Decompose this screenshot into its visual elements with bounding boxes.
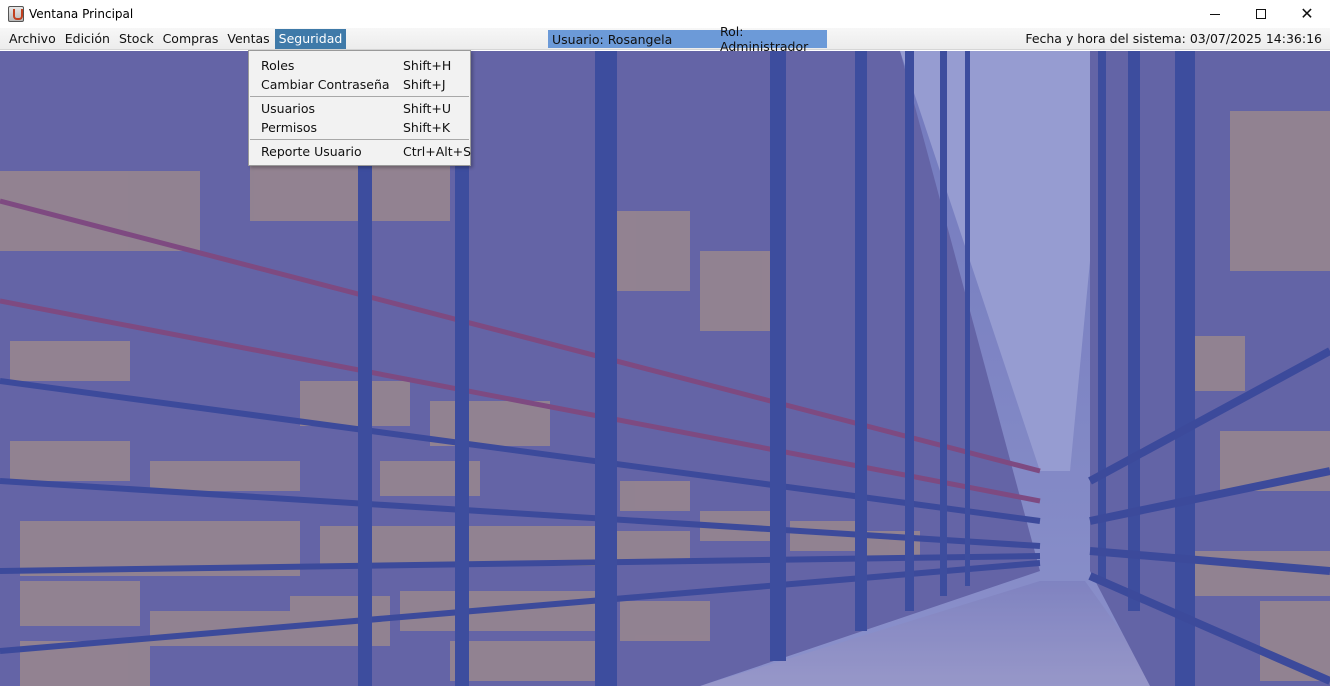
maximize-button[interactable]: [1238, 0, 1284, 28]
close-icon: ✕: [1300, 4, 1314, 23]
app-java-icon: [8, 6, 24, 22]
menu-item-usuarios[interactable]: Usuarios Shift+U: [249, 99, 470, 118]
menu-compras[interactable]: Compras: [159, 29, 223, 49]
menu-item-label: Roles: [261, 58, 295, 73]
warehouse-background: [0, 51, 1330, 686]
menu-item-shortcut: Shift+K: [403, 120, 451, 135]
menu-edicion[interactable]: Edición: [61, 29, 114, 49]
title-bar: Ventana Principal ✕: [0, 0, 1330, 28]
maximize-icon: [1256, 9, 1266, 19]
role-label: Rol: Administrador: [720, 24, 809, 54]
user-label: Usuario: Rosangela: [552, 31, 673, 47]
window-controls: ✕: [1192, 0, 1330, 28]
seguridad-dropdown-menu: Roles Shift+H Cambiar Contraseña Shift+J…: [248, 50, 471, 166]
menu-item-permisos[interactable]: Permisos Shift+K: [249, 118, 470, 137]
menu-separator: [250, 96, 469, 97]
close-button[interactable]: ✕: [1284, 0, 1330, 28]
user-info-bar: Usuario: Rosangela Rol: Administrador: [548, 24, 827, 54]
menu-archivo[interactable]: Archivo: [5, 29, 60, 49]
menu-item-shortcut: Ctrl+Alt+S: [403, 144, 472, 159]
menu-ventas[interactable]: Ventas: [223, 29, 273, 49]
menu-item-shortcut: Shift+J: [403, 77, 446, 92]
menu-item-label: Reporte Usuario: [261, 144, 362, 159]
menu-bar: Archivo Edición Stock Compras Ventas Seg…: [0, 24, 1330, 54]
menu-item-reporte-usuario[interactable]: Reporte Usuario Ctrl+Alt+S: [249, 142, 472, 161]
menu-separator: [250, 139, 469, 140]
menu-item-cambiar-contrasena[interactable]: Cambiar Contraseña Shift+J: [249, 75, 470, 94]
minimize-button[interactable]: [1192, 0, 1238, 28]
warehouse-illustration: [0, 51, 1330, 686]
menu-item-label: Cambiar Contraseña: [261, 77, 390, 92]
system-datetime: Fecha y hora del sistema: 03/07/2025 14:…: [1025, 31, 1322, 46]
menu-item-label: Usuarios: [261, 101, 316, 116]
menu-item-shortcut: Shift+H: [403, 58, 452, 73]
window-title: Ventana Principal: [29, 7, 134, 21]
menu-seguridad[interactable]: Seguridad: [274, 28, 347, 49]
menu-item-shortcut: Shift+U: [403, 101, 452, 116]
minimize-icon: [1210, 13, 1220, 15]
menu-item-roles[interactable]: Roles Shift+H: [249, 56, 470, 75]
menu-item-label: Permisos: [261, 120, 318, 135]
menu-stock[interactable]: Stock: [115, 29, 158, 49]
